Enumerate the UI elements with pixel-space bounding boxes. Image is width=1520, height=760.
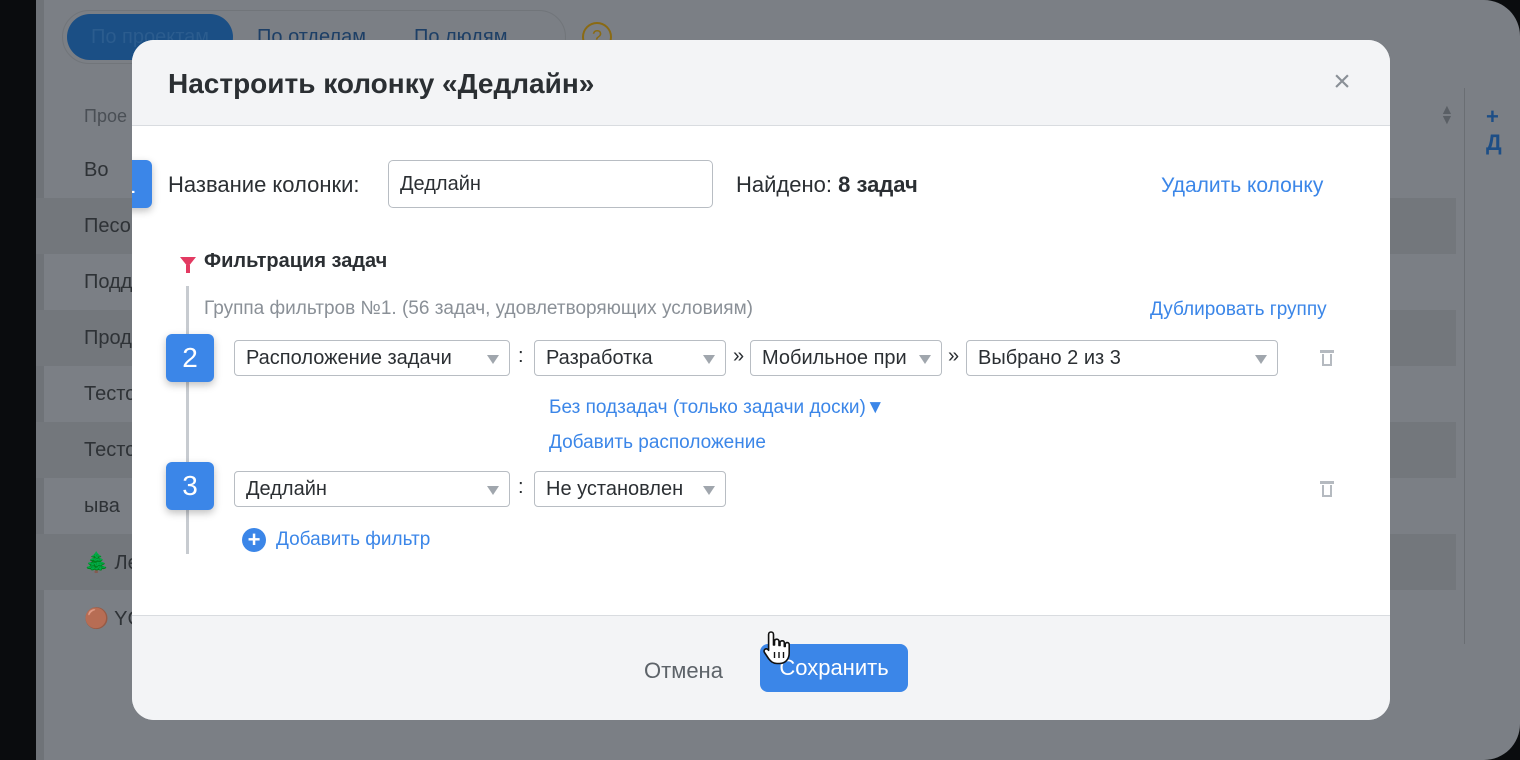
column-name-label: Название колонки: (168, 172, 360, 197)
duplicate-group-link[interactable]: Дублировать группу (1150, 299, 1327, 321)
add-filter-label: Добавить фильтр (276, 529, 431, 550)
colon-separator: : (518, 476, 524, 498)
dialog-footer: Отмена Сохранить (132, 615, 1390, 720)
bg-add-column[interactable]: + Д (1486, 104, 1520, 156)
close-icon[interactable]: × (1328, 67, 1356, 97)
funnel-icon (180, 256, 196, 273)
breadcrumb-separator: » (948, 345, 960, 367)
dialog-header: Настроить колонку «Дедлайн» × (132, 40, 1390, 126)
select-value: Не установлен (546, 477, 684, 500)
step-badge-1: 1 (132, 160, 152, 208)
breadcrumb-separator: » (733, 345, 745, 367)
delete-filter-icon[interactable] (1320, 350, 1334, 366)
project-select[interactable]: Разработка (534, 340, 726, 376)
filter-section-title: Фильтрация задач (180, 250, 387, 273)
group-line (186, 286, 189, 554)
configure-column-dialog: Настроить колонку «Дедлайн» × 1 Название… (132, 40, 1390, 720)
cancel-button[interactable]: Отмена (644, 658, 723, 684)
dropdown-arrow-icon (919, 355, 931, 364)
filter-group-label: Группа фильтров №1. (56 задач, удовлетво… (204, 298, 753, 319)
board-select[interactable]: Мобильное при (750, 340, 942, 376)
delete-filter-icon[interactable] (1320, 481, 1334, 497)
select-value: Мобильное при (762, 346, 907, 369)
select-value: Разработка (546, 346, 653, 369)
plus-circle-icon: + (242, 528, 266, 552)
select-value: Дедлайн (246, 477, 327, 500)
delete-column-link[interactable]: Удалить колонку (1161, 174, 1323, 198)
column-name-input[interactable] (388, 160, 713, 208)
found-count: Найдено: 8 задач (736, 172, 918, 198)
colon-separator: : (518, 345, 524, 367)
deadline-field-select[interactable]: Дедлайн (234, 471, 510, 507)
step-badge-3: 3 (166, 462, 214, 510)
step-badge-2: 2 (166, 334, 214, 382)
columns-select[interactable]: Выбрано 2 из 3 (966, 340, 1278, 376)
dialog-title: Настроить колонку «Дедлайн» (168, 68, 595, 99)
bg-column-header: Прое (84, 106, 127, 126)
found-label: Найдено: (736, 172, 832, 197)
add-filter-button[interactable]: + Добавить фильтр (242, 528, 430, 552)
filter-section-label: Фильтрация задач (204, 250, 388, 272)
location-field-select[interactable]: Расположение задачи (234, 340, 510, 376)
dropdown-arrow-icon (487, 355, 499, 364)
sort-icon[interactable]: ▲ ▼ (1440, 102, 1454, 126)
dropdown-arrow-icon (1255, 355, 1267, 364)
dropdown-arrow-icon (487, 486, 499, 495)
bg-divider (1464, 88, 1465, 644)
select-value: Расположение задачи (246, 346, 452, 369)
hand-pointer-icon (763, 631, 790, 665)
add-location-link[interactable]: Добавить расположение (549, 432, 766, 454)
dropdown-arrow-icon (703, 486, 715, 495)
found-value: 8 задач (838, 172, 918, 197)
deadline-condition-select[interactable]: Не установлен (534, 471, 726, 507)
dropdown-arrow-icon (703, 355, 715, 364)
subtasks-option-link[interactable]: Без подзадач (только задачи доски)▼ (549, 397, 885, 419)
select-value: Выбрано 2 из 3 (978, 346, 1121, 369)
